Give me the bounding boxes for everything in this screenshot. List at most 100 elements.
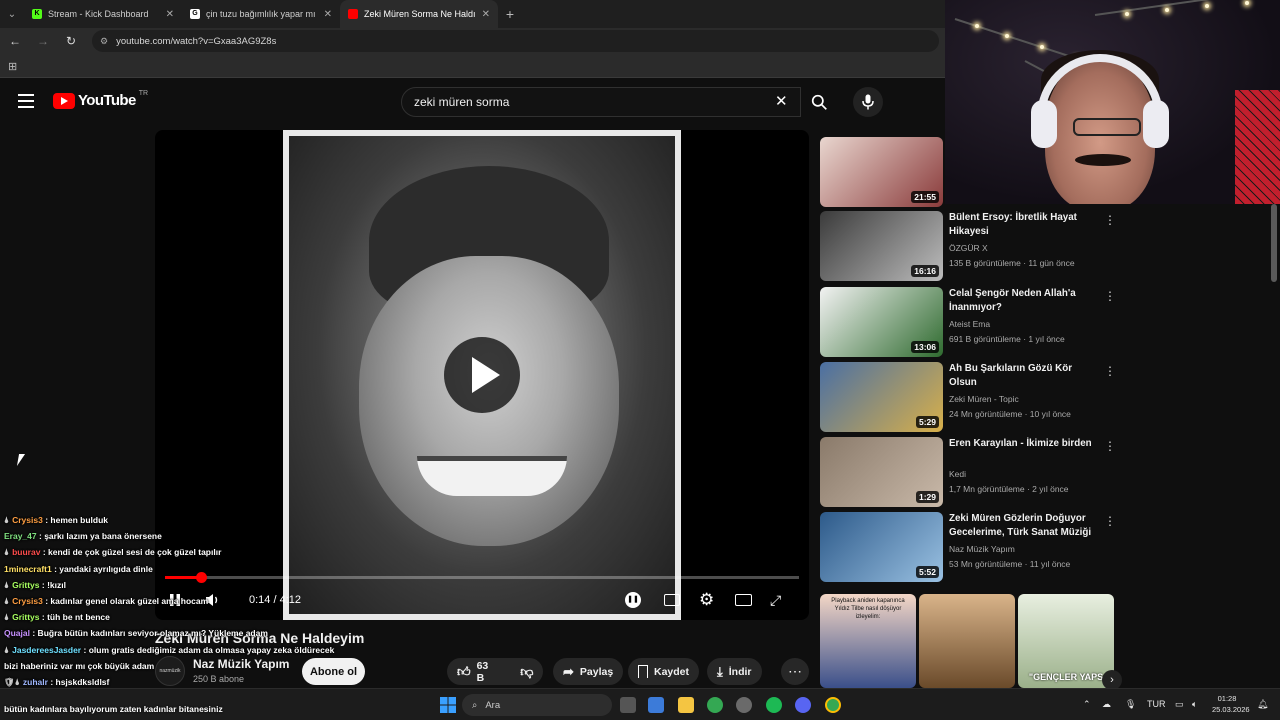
discord-icon[interactable] bbox=[795, 697, 811, 713]
recommended-channel[interactable]: Zeki Müren - Topic bbox=[949, 394, 1019, 404]
dislike-button[interactable]: 👎︎ bbox=[510, 658, 543, 685]
taskbar-search[interactable]: ⌕ Ara bbox=[462, 694, 612, 716]
tab-close-icon[interactable]: ✕ bbox=[166, 9, 174, 20]
shorts-shelf: Playback aniden kapanınca Yıldız Tilbe n… bbox=[820, 594, 1122, 690]
recommended-title[interactable]: Eren Karayılan - İkimize birden bbox=[949, 437, 1099, 451]
chat-username[interactable]: Quajal bbox=[4, 628, 30, 638]
voice-search-button[interactable] bbox=[853, 87, 883, 117]
tab-label: Zeki Müren Sorma Ne Haldı bbox=[364, 9, 476, 19]
tab-close-icon[interactable]: ✕ bbox=[324, 9, 332, 20]
recommended-video[interactable]: 13:06 Celal Şengör Neden Allah'a İnanmıyo… bbox=[820, 287, 1120, 357]
theater-mode-button[interactable] bbox=[735, 590, 752, 610]
search-input[interactable] bbox=[414, 95, 754, 109]
chat-badge-icon: 🌢 bbox=[4, 644, 10, 655]
share-icon: ➦ bbox=[563, 663, 574, 679]
back-button[interactable]: ← bbox=[8, 34, 22, 48]
browser-tab-bar: ⌄ K Stream - Kick Dashboard ✕ Gçin tuzu bağ… bbox=[0, 0, 945, 28]
recommended-title[interactable]: Ah Bu Şarkıların Gözü Kör Olsun bbox=[949, 362, 1099, 390]
more-options-icon[interactable]: ⋮ bbox=[1104, 439, 1116, 453]
chrome-icon[interactable] bbox=[707, 697, 723, 713]
search-button[interactable] bbox=[801, 87, 837, 117]
file-explorer-icon[interactable] bbox=[678, 697, 694, 713]
url-field[interactable]: ⚙ youtube.com/watch?v=Gxaa3AG9Z8s bbox=[92, 30, 939, 52]
page-scrollbar[interactable] bbox=[1271, 204, 1277, 282]
share-button[interactable]: ➦ Paylaş bbox=[553, 658, 624, 685]
tray-overflow-icon[interactable]: ⌃ bbox=[1083, 699, 1091, 710]
apps-grid-icon[interactable]: ⊞ bbox=[8, 60, 17, 73]
more-options-icon[interactable]: ⋮ bbox=[1104, 364, 1116, 378]
youtube-logo[interactable]: YouTube TR bbox=[53, 90, 148, 109]
task-view-icon[interactable] bbox=[620, 697, 636, 713]
mic-tray-icon[interactable]: 🎙︎ bbox=[1125, 699, 1136, 710]
cloud-icon[interactable]: ☁ bbox=[1102, 699, 1111, 710]
tab-search-chevron-icon[interactable]: ⌄ bbox=[0, 9, 24, 20]
short-video[interactable]: Playback aniden kapanınca Yıldız Tilbe n… bbox=[820, 594, 916, 688]
chat-username[interactable]: buurav bbox=[12, 547, 40, 557]
forward-button[interactable]: → bbox=[36, 34, 50, 48]
spotify-icon[interactable] bbox=[766, 697, 782, 713]
chat-username[interactable]: zuhalr bbox=[23, 677, 48, 687]
recommended-title[interactable]: Zeki Müren Gözlerin Doğuyor Gecelerime, … bbox=[949, 512, 1099, 540]
clock[interactable]: 01:28 25.03.2026 bbox=[1212, 693, 1250, 715]
more-actions-button[interactable]: ⋯ bbox=[781, 658, 809, 685]
save-button[interactable]: Kaydet bbox=[628, 658, 700, 685]
browser-tab[interactable]: K Stream - Kick Dashboard ✕ bbox=[24, 0, 182, 28]
download-button[interactable]: ⤓ İndir bbox=[707, 658, 762, 685]
recommended-channel[interactable]: ÖZGÜR X bbox=[949, 243, 988, 253]
chat-username[interactable]: Grittys bbox=[12, 612, 39, 622]
browser-tab[interactable]: Gçin tuzu bağımlılık yapar mı - G ✕ bbox=[182, 0, 340, 28]
new-tab-button[interactable]: + bbox=[498, 6, 522, 22]
obs-icon[interactable] bbox=[736, 697, 752, 713]
bookmark-icon bbox=[638, 665, 648, 678]
clock-time: 01:28 bbox=[1217, 694, 1237, 703]
chat-username[interactable]: JasdereesJasder bbox=[12, 645, 81, 655]
video-thumbnail[interactable]: 13:06 bbox=[820, 287, 943, 357]
video-thumbnail[interactable]: 1:29 bbox=[820, 437, 943, 507]
chat-username[interactable]: Grittys bbox=[12, 580, 39, 590]
reload-button[interactable]: ↻ bbox=[64, 34, 78, 48]
speaker-icon[interactable]: 🔈︎ bbox=[1192, 699, 1197, 710]
autoplay-toggle[interactable]: ❚❚ bbox=[625, 590, 641, 610]
chat-badge-icon: 🌢 bbox=[4, 612, 10, 623]
recommended-channel[interactable]: Naz Müzik Yapım bbox=[949, 544, 1015, 554]
subtitles-button[interactable] bbox=[664, 590, 680, 610]
short-video[interactable]: "GENÇLER YAPS bbox=[1018, 594, 1114, 688]
settings-button[interactable]: ⚙ bbox=[699, 590, 714, 610]
notification-icon[interactable]: 🔔︎ bbox=[1257, 699, 1268, 710]
recommended-channel[interactable]: Ateist Ema bbox=[949, 319, 990, 329]
recommended-video[interactable]: 16:16 Bülent Ersoy: İbretlik Hayat Hikaye… bbox=[820, 211, 1120, 281]
store-icon[interactable] bbox=[648, 697, 664, 713]
chat-username[interactable]: Crysis3 bbox=[12, 596, 43, 606]
big-play-button[interactable] bbox=[444, 337, 520, 413]
more-options-icon[interactable]: ⋮ bbox=[1104, 514, 1116, 528]
more-options-icon[interactable]: ⋮ bbox=[1104, 289, 1116, 303]
tab-close-icon[interactable]: ✕ bbox=[482, 9, 490, 20]
recommended-video[interactable]: 1:29 Eren Karayılan - İkimize birden Kedi 1… bbox=[820, 437, 1120, 507]
chat-username[interactable]: Crysis3 bbox=[12, 515, 43, 525]
windows-start-icon[interactable] bbox=[440, 697, 456, 713]
video-thumbnail[interactable]: 5:29 bbox=[820, 362, 943, 432]
clear-search-icon[interactable]: ✕ bbox=[775, 92, 788, 110]
language-indicator[interactable]: TUR bbox=[1147, 699, 1166, 709]
clock-date: 25.03.2026 bbox=[1212, 705, 1250, 714]
site-info-icon[interactable]: ⚙ bbox=[100, 36, 108, 47]
chat-username[interactable]: 1minecraft1 bbox=[4, 564, 52, 574]
video-thumbnail[interactable]: 5:52 bbox=[820, 512, 943, 582]
recommended-title[interactable]: Bülent Ersoy: İbretlik Hayat Hikayesi bbox=[949, 211, 1099, 239]
recommended-channel[interactable]: Kedi bbox=[949, 469, 966, 479]
fullscreen-button[interactable]: ⤢ bbox=[770, 590, 781, 610]
like-button[interactable]: 👍︎ 63 B bbox=[447, 658, 498, 685]
chat-username[interactable]: Eray_47 bbox=[4, 531, 37, 541]
shorts-next-button[interactable]: › bbox=[1102, 670, 1122, 690]
menu-icon[interactable] bbox=[18, 94, 34, 108]
network-icon[interactable]: ▭ bbox=[1175, 699, 1184, 710]
short-video[interactable] bbox=[919, 594, 1015, 688]
recommended-title[interactable]: Celal Şengör Neden Allah'a İnanmıyor? bbox=[949, 287, 1099, 315]
browser-tab[interactable]: Zeki Müren Sorma Ne Haldı ✕ bbox=[340, 0, 498, 28]
video-thumbnail[interactable]: 16:16 bbox=[820, 211, 943, 281]
chrome-active-icon[interactable] bbox=[825, 697, 841, 713]
recommended-video[interactable]: 5:52 Zeki Müren Gözlerin Doğuyor Geceleri… bbox=[820, 512, 1120, 582]
recommended-video[interactable]: 5:29 Ah Bu Şarkıların Gözü Kör Olsun Zeki … bbox=[820, 362, 1120, 432]
video-thumbnail[interactable]: 21:55 bbox=[820, 137, 943, 207]
more-options-icon[interactable]: ⋮ bbox=[1104, 213, 1116, 227]
